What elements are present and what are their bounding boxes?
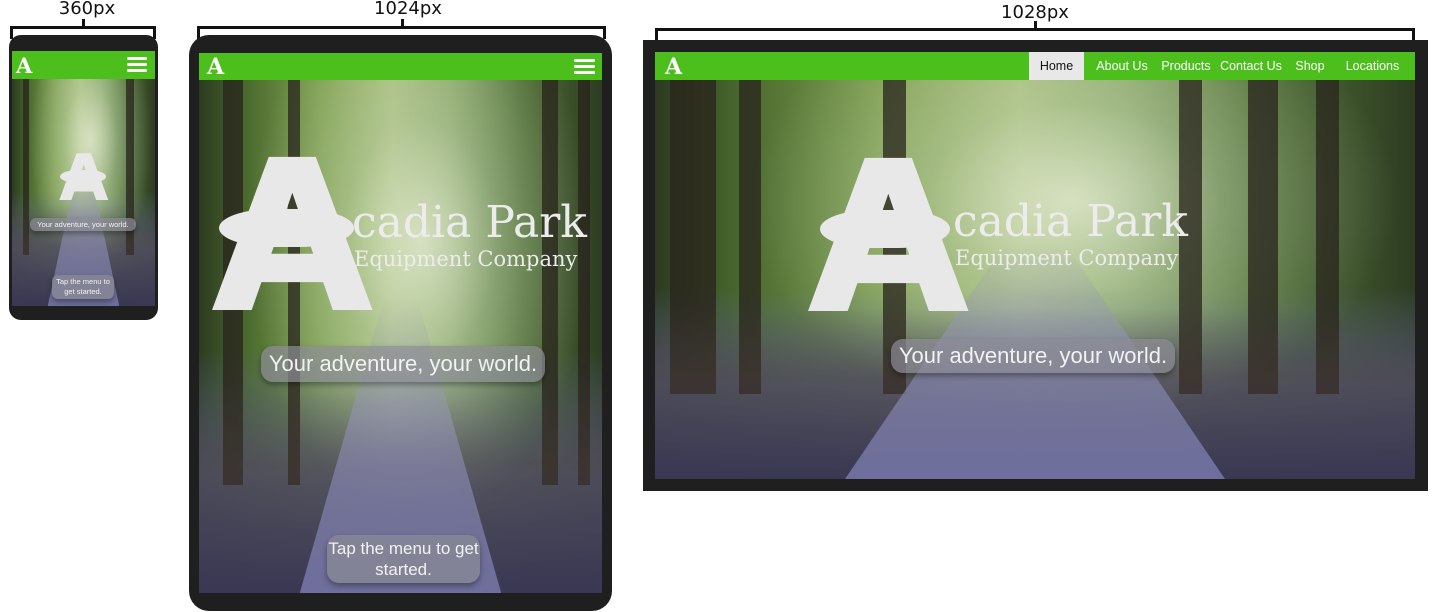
dimension-label-mobile: 360px: [58, 0, 116, 19]
mobile-cta-badge: Tap the menu to get started.: [52, 275, 114, 299]
desktop-hero-logo: A cadia Park Equipment Company: [655, 52, 1415, 479]
hero-logo-axe-icon: [820, 210, 950, 248]
mobile-slogan-badge: Your adventure, your world.: [30, 218, 136, 231]
mobile-hero-logo: A: [12, 51, 155, 306]
hero-logo-axe-icon: [219, 209, 354, 247]
hero-logo-axe-icon: [60, 170, 106, 183]
mobile-screen: A A Your adventure, your world. Tap the …: [12, 51, 155, 306]
dimension-label-desktop: 1028px: [1001, 2, 1069, 23]
tablet-hero-logo: A cadia Park Equipment Company: [199, 53, 602, 593]
tablet-slogan-badge: Your adventure, your world.: [261, 346, 545, 382]
desktop-slogan-badge: Your adventure, your world.: [891, 339, 1175, 373]
dimension-label-tablet: 1024px: [374, 0, 442, 19]
hero-brand-tagline: Equipment Company: [955, 246, 1179, 270]
tablet-screen: A A cadia Park Equipment Company Your ad…: [199, 53, 602, 593]
tablet-cta-badge: Tap the menu to get started.: [327, 535, 480, 583]
hero-brand-name: cadia Park: [352, 197, 587, 248]
hero-brand-name: cadia Park: [953, 196, 1188, 247]
tablet-device-frame: A A cadia Park Equipment Company Your ad…: [189, 35, 612, 611]
desktop-device-frame: A Home About Us Products Contact Us Shop…: [643, 40, 1428, 491]
hero-brand-tagline: Equipment Company: [354, 247, 578, 271]
desktop-screen: A Home About Us Products Contact Us Shop…: [655, 52, 1415, 479]
mobile-device-frame: A A Your adventure, your world. Tap the …: [9, 35, 158, 320]
